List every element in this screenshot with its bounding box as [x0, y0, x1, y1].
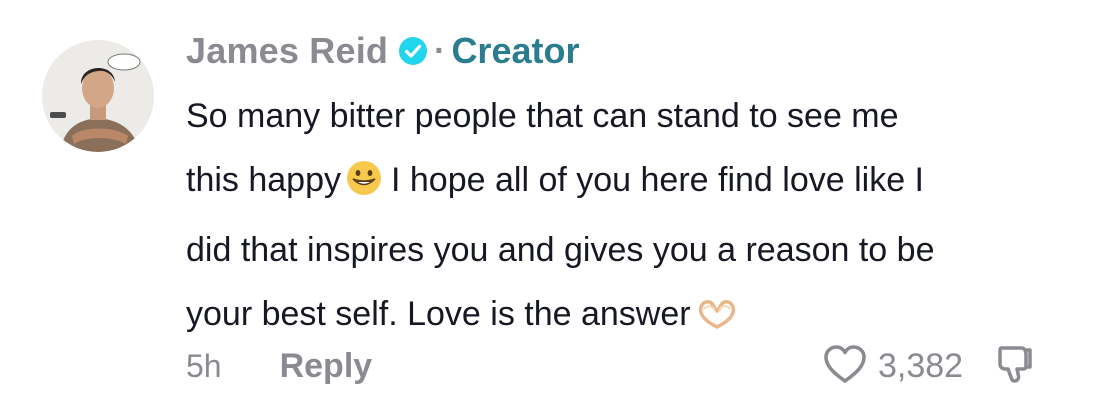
like-count: 3,382: [878, 346, 964, 385]
separator-dot: ·: [434, 31, 446, 70]
like-button[interactable]: 3,382: [822, 343, 963, 390]
thumbs-down-icon: [995, 342, 1035, 391]
verified-check-icon: [398, 36, 428, 66]
comment-item: James Reid · Creator So many bitter peop…: [0, 0, 1120, 420]
comment-text: So many bitter people that can stand to …: [186, 84, 1086, 352]
heart-outline-icon: [822, 343, 868, 390]
timestamp: 5h: [186, 347, 222, 384]
creator-badge: Creator: [451, 30, 580, 71]
comment-line-segment: this happy: [186, 161, 341, 199]
comment-line-segment: your best self. Love is the answer: [186, 295, 691, 333]
comment-actions: 3,382: [822, 340, 1035, 392]
comment-line: did that inspires you and gives you a re…: [186, 231, 935, 269]
grinning-face-icon: [345, 154, 383, 218]
username[interactable]: James Reid: [186, 30, 388, 72]
comment-line: So many bitter people that can stand to …: [186, 97, 899, 135]
comment-line-segment: I hope all of you here find love like I: [391, 161, 924, 199]
reply-button[interactable]: Reply: [280, 347, 373, 386]
dislike-button[interactable]: [995, 342, 1035, 391]
comment-line: this happy I hope all of you here find lo…: [186, 148, 1086, 218]
heart-hands-icon: [695, 288, 739, 352]
comment-footer: 5h Reply: [186, 340, 372, 392]
avatar-image: [42, 40, 154, 152]
avatar[interactable]: [42, 40, 154, 152]
comment-header: James Reid · Creator: [186, 26, 579, 76]
